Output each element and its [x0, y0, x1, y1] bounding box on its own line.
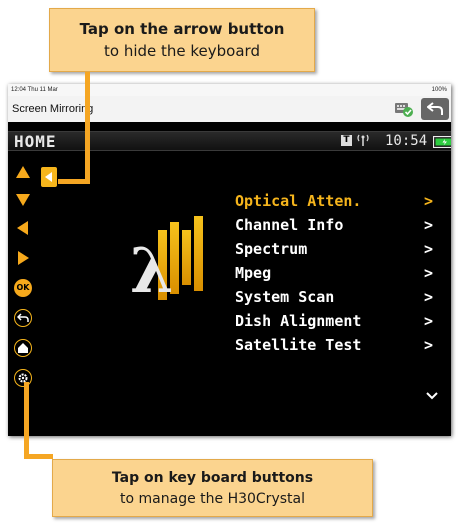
connector-line-top-horizontal — [58, 179, 90, 184]
connector-line-bottom-vertical — [24, 382, 29, 459]
app-bar: Screen Mirroring — [8, 96, 451, 123]
app-title: Screen Mirroring — [12, 103, 94, 115]
callout-bottom-bold: Tap on key board buttons — [111, 470, 314, 486]
home-label: HOME — [14, 132, 57, 151]
menu-item-mpeg[interactable]: Mpeg > — [235, 261, 445, 285]
hide-keyboard-button[interactable] — [41, 167, 57, 187]
menu-label: Optical Atten. — [235, 192, 362, 210]
up-arrow-button[interactable] — [14, 164, 32, 182]
callout-top-bold: Tap on the arrow button — [79, 20, 285, 38]
optical-lambda-logo: λ — [108, 192, 220, 312]
menu-label: Mpeg — [235, 264, 272, 282]
svg-text:λ: λ — [130, 234, 173, 307]
ipad-screen-mirror: 12:04 Thu 11 Mar 100% Screen Mirroring H… — [8, 84, 451, 436]
menu-arrow: > — [423, 240, 433, 258]
menu-arrow: > — [423, 336, 433, 354]
menu-item-dish-alignment[interactable]: Dish Alignment > — [235, 309, 445, 333]
antenna-icon — [355, 133, 371, 152]
back-key-button[interactable] — [14, 309, 32, 327]
menu-arrow: > — [423, 312, 433, 330]
callout-keyboard-buttons: Tap on key board buttons to manage the H… — [52, 459, 373, 517]
menu-item-channel-info[interactable]: Channel Info > — [235, 213, 445, 237]
chevron-down-icon[interactable] — [425, 388, 439, 406]
home-header: HOME T 10:54 — [8, 131, 451, 151]
battery-icon — [432, 135, 451, 149]
callout-bottom-text: to manage the H30Crystal — [120, 491, 305, 507]
keyboard-toggle-icon[interactable] — [394, 99, 414, 119]
settings-key-button[interactable] — [14, 369, 32, 387]
menu-label: Dish Alignment — [235, 312, 362, 330]
hide-arrow-icon — [45, 172, 52, 182]
menu-arrow: > — [423, 288, 433, 306]
ios-time: 12:04 Thu 11 Mar — [11, 87, 58, 93]
menu-item-spectrum[interactable]: Spectrum > — [235, 237, 445, 261]
home-key-button[interactable] — [14, 339, 32, 357]
menu-label: System Scan — [235, 288, 335, 306]
back-icon — [17, 313, 29, 322]
menu-label: Spectrum — [235, 240, 308, 258]
down-arrow-button[interactable] — [14, 192, 32, 210]
t-badge: T — [341, 135, 352, 146]
menu-arrow: > — [423, 216, 433, 234]
back-arrow-icon — [427, 102, 443, 115]
menu-item-optical-atten[interactable]: Optical Atten. > — [235, 189, 445, 213]
menu-label: Channel Info — [235, 216, 344, 234]
menu-arrow: > — [423, 264, 433, 282]
h30-screen: HOME T 10:54 OK λ Optical Atten. > Chann… — [8, 122, 451, 436]
ios-status-bar: 12:04 Thu 11 Mar 100% — [8, 84, 451, 96]
main-menu: Optical Atten. > Channel Info > Spectrum… — [235, 189, 445, 357]
connector-line-top-vertical — [85, 72, 90, 184]
right-arrow-button[interactable] — [14, 250, 32, 268]
callout-top-text: to hide the keyboard — [104, 42, 260, 60]
connector-line-bottom-horizontal — [24, 454, 53, 459]
back-button[interactable] — [421, 98, 449, 120]
menu-label: Satellite Test — [235, 336, 362, 354]
left-arrow-button[interactable] — [14, 220, 32, 238]
menu-item-system-scan[interactable]: System Scan > — [235, 285, 445, 309]
ios-battery: 100% — [431, 87, 447, 93]
callout-hide-keyboard: Tap on the arrow button to hide the keyb… — [49, 8, 315, 72]
menu-item-satellite-test[interactable]: Satellite Test > — [235, 333, 445, 357]
home-icon — [18, 343, 28, 353]
ok-button[interactable]: OK — [14, 279, 32, 297]
device-clock: 10:54 — [385, 133, 428, 149]
menu-arrow: > — [423, 192, 433, 210]
